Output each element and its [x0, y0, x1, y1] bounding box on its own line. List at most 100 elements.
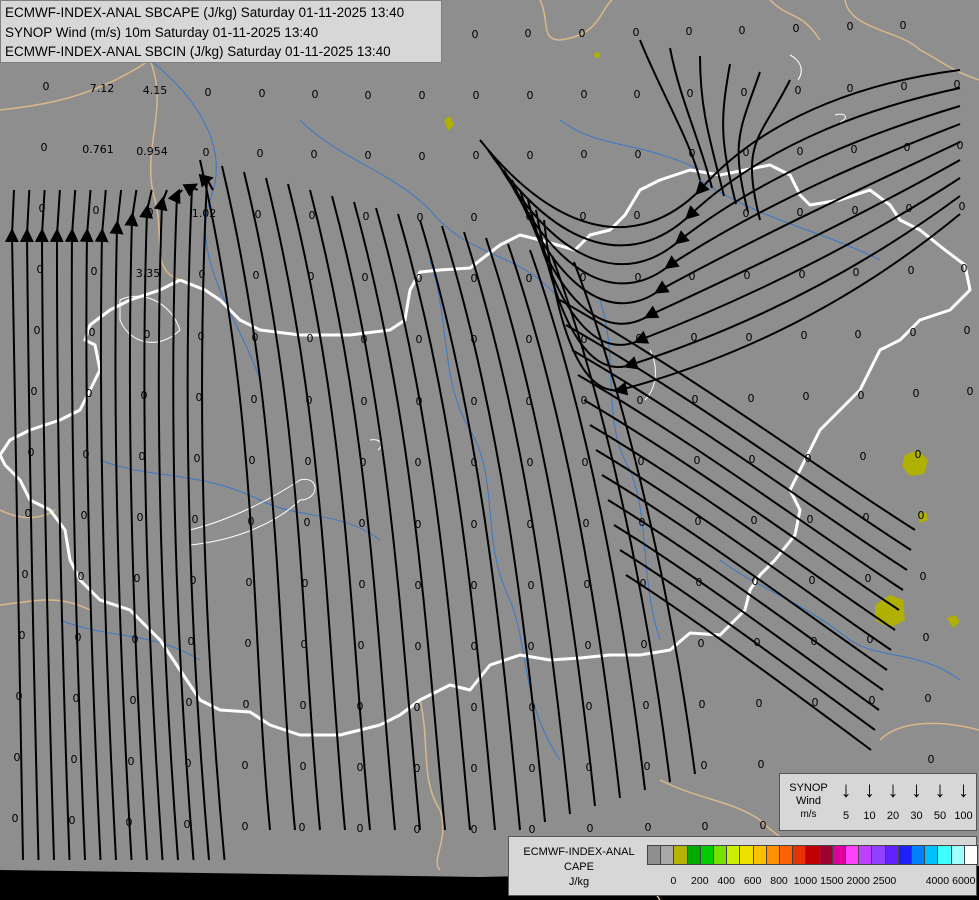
cape-color-swatch — [713, 845, 728, 865]
cape-tick-label: 400 — [717, 875, 735, 887]
cape-value-label: 0 — [525, 27, 532, 40]
cape-value-label: 0 — [192, 513, 199, 526]
cape-value-label: 0 — [362, 271, 369, 284]
cape-value-label: 0 — [416, 333, 423, 346]
cape-value-label: 0 — [749, 453, 756, 466]
synop-speed-label: 30 — [910, 810, 923, 822]
cape-value-label: 0 — [581, 148, 588, 161]
cape-legend-unit: J/kg — [568, 876, 590, 888]
cape-value-label: 0 — [959, 200, 966, 213]
synop-speed-label: 100 — [954, 810, 973, 822]
cape-value-label: 0 — [805, 452, 812, 465]
cape-value-label: 0 — [915, 448, 922, 461]
cape-tick-label: 1500 — [820, 875, 844, 887]
cape-value-label: 0 — [126, 816, 133, 829]
cape-value-label: 0.761 — [82, 143, 114, 156]
cape-color-swatch — [739, 845, 754, 865]
cape-value-label: 0 — [634, 209, 641, 222]
cape-color-swatch — [647, 845, 662, 865]
cape-value-label: 0 — [739, 24, 746, 37]
cape-value-label: 0 — [636, 332, 643, 345]
cape-tick-label: 6000 — [952, 875, 976, 887]
cape-value-label: 0 — [309, 209, 316, 222]
cape-color-swatch — [884, 845, 899, 865]
cape-value-label: 0 — [73, 692, 80, 705]
cape-color-swatch — [765, 845, 780, 865]
cape-value-label: 0 — [365, 89, 372, 102]
cape-value-label: 0 — [744, 269, 751, 282]
cape-value-label: 0 — [130, 694, 137, 707]
cape-value-label: 0 — [743, 146, 750, 159]
cape-value-label: 0 — [645, 821, 652, 834]
cape-color-swatch — [963, 845, 978, 865]
cape-value-label: 0 — [527, 456, 534, 469]
cape-value-label: 0 — [867, 633, 874, 646]
cape-value-label: 0 — [687, 87, 694, 100]
cape-value-label: 0 — [799, 268, 806, 281]
cape-value-label: 0 — [752, 575, 759, 588]
cape-value-label: 0 — [689, 270, 696, 283]
cape-tick-label: 0 — [670, 875, 677, 887]
cape-value-label: 0 — [527, 518, 534, 531]
cape-value-label: 0 — [128, 755, 135, 768]
synop-wind-legend: SYNOP Wind m/s ↓ 5 ↓ 10 ↓ 20 ↓ 30 ↓ 50 ↓ 100 — [779, 773, 977, 831]
cape-value-label: 0 — [34, 324, 41, 337]
cape-value-label: 0 — [923, 631, 930, 644]
cape-value-label: 0 — [471, 640, 478, 653]
cape-value-label: 0 — [760, 819, 767, 832]
cape-value-label: 0 — [863, 511, 870, 524]
title-synop-wind: SYNOP Wind (m/s) 10m Saturday 01-11-2025… — [5, 24, 319, 40]
cape-value-label: 0 — [643, 699, 650, 712]
cape-legend-title-line1: ECMWF-INDEX-ANAL — [523, 846, 635, 858]
cape-value-label: 0 — [361, 395, 368, 408]
cape-value-label: 0 — [928, 753, 935, 766]
cape-value-label: 0 — [81, 509, 88, 522]
cape-value-label: 0 — [581, 394, 588, 407]
cape-value-label: 0 — [528, 640, 535, 653]
cape-tick-label: 2500 — [872, 875, 897, 887]
cape-value-label: 0 — [75, 631, 82, 644]
cape-value-label: 0 — [414, 823, 421, 836]
cape-value-label: 0 — [908, 264, 915, 277]
cape-value-label: 0 — [251, 393, 258, 406]
cape-value-label: 0 — [242, 759, 249, 772]
cape-value-label: 0 — [471, 518, 478, 531]
cape-value-label: 0 — [185, 757, 192, 770]
cape-value-label: 0 — [259, 87, 266, 100]
cape-value-label: 0 — [361, 333, 368, 346]
cape-value-label: 0 — [851, 143, 858, 156]
cape-value-label: 0 — [417, 211, 424, 224]
cape-value-label: 0 — [89, 326, 96, 339]
cape-color-swatch — [950, 845, 965, 865]
cape-value-label: 0 — [900, 19, 907, 32]
synop-arrow-icon: ↓ — [864, 777, 875, 802]
cape-value-label: 0 — [311, 148, 318, 161]
cape-value-label: 0 — [243, 698, 250, 711]
cape-value-label: 0 — [581, 333, 588, 346]
cape-value-label: 0 — [581, 88, 588, 101]
cape-value-label: 0 — [913, 387, 920, 400]
cape-value-label: 0 — [696, 576, 703, 589]
cape-value-label: 0 — [190, 574, 197, 587]
cape-value-label: 0 — [586, 761, 593, 774]
cape-value-label: 0 — [957, 139, 964, 152]
cape-value-label: 0 — [71, 753, 78, 766]
cape-value-label: 0 — [25, 507, 32, 520]
cape-value-label: 0 — [795, 84, 802, 97]
cape-value-label: 0 — [686, 25, 693, 38]
cape-value-label: 0 — [205, 86, 212, 99]
cape-value-label: 0 — [196, 391, 203, 404]
weather-map[interactable]: 0 7.12 4.15 0 0 0 0 0 0 0 0 0 0 0 0 0 0 0 0 0 0 0 0 0 0 0 0 0 0 0 0.76… — [0, 0, 979, 900]
synop-speed-label: 50 — [933, 810, 947, 822]
cape-value-label: 0 — [134, 572, 141, 585]
cape-value-label: 0 — [416, 395, 423, 408]
cape-value-label: 0 — [307, 332, 314, 345]
cape-value-label: 0 — [257, 147, 264, 160]
cape-value-label: 0 — [358, 639, 365, 652]
cape-value-label: 0 — [78, 570, 85, 583]
cape-color-swatch — [897, 845, 912, 865]
cape-value-label: 0 — [473, 89, 480, 102]
title-sbcape: ECMWF-INDEX-ANAL SBCAPE (J/kg) Saturday … — [5, 5, 405, 20]
cape-value-label: 0 — [357, 761, 364, 774]
cape-tick-label: 200 — [691, 875, 709, 887]
